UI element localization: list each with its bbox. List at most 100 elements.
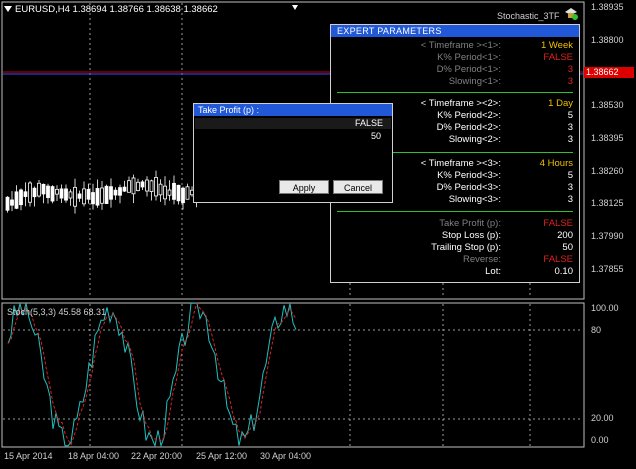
stoch-axis-label: 100.00 — [591, 303, 619, 313]
candle-body — [77, 193, 82, 199]
candle-body — [127, 180, 131, 193]
parameter-label: K% Period<2>: — [437, 110, 501, 121]
parameter-row[interactable]: Lot: 0.10 — [331, 266, 581, 278]
parameter-label: Slowing<3>: — [448, 194, 501, 205]
price-axis-label: 1.38935 — [591, 2, 624, 12]
parameter-label: Slowing<1>: — [448, 76, 501, 87]
parameter-label: Trailing Stop (p): — [431, 242, 501, 253]
candle-body — [86, 189, 91, 200]
parameter-value: FALSE — [543, 218, 573, 229]
parameter-value: 5 — [567, 170, 573, 181]
parameter-value: 1 Week — [540, 40, 573, 51]
parameter-label: D% Period<3>: — [436, 182, 501, 193]
parameter-label: K% Period<3>: — [437, 170, 501, 181]
parameter-value: 3 — [567, 64, 573, 75]
candle-body — [113, 189, 118, 196]
parameter-value: 0.10 — [554, 266, 574, 277]
candle-body — [149, 180, 154, 192]
parameter-value: 200 — [557, 230, 573, 241]
date-label: 18 Apr 04:00 — [68, 451, 120, 461]
candle-body — [140, 181, 145, 188]
candle-body — [59, 188, 64, 199]
parameter-row[interactable]: < Timeframe ><1>: 1 Week — [331, 40, 581, 52]
candle-body — [41, 183, 46, 195]
candle-body — [55, 188, 59, 195]
parameter-row[interactable]: Take Profit (p): FALSE — [331, 218, 581, 230]
parameter-row[interactable]: Slowing<1>: 3 — [331, 76, 581, 88]
chart-menu-icon[interactable] — [4, 6, 12, 13]
parameter-label: < Timeframe ><3>: — [420, 158, 501, 169]
price-axis-label: 1.38800 — [591, 35, 624, 45]
parameter-value: 1 Day — [548, 98, 573, 109]
parameter-value: 50 — [562, 242, 573, 253]
parameter-row[interactable]: K% Period<1>: FALSE — [331, 52, 581, 64]
candle-body — [163, 185, 167, 200]
candle-body — [172, 182, 176, 200]
candle-body — [82, 188, 86, 205]
candle-body — [73, 186, 77, 207]
parameter-value: 3 — [567, 134, 573, 145]
price-axis-label: 1.37990 — [591, 231, 624, 241]
candle-body — [28, 182, 32, 203]
indicator-name: Stochastic_3TF — [497, 11, 560, 21]
candle-body — [145, 179, 149, 192]
parameter-value: 5 — [567, 110, 573, 121]
take-profit-dialog: Take Profit (p) : FALSE 50 Apply Cancel — [193, 103, 393, 203]
candle-body — [104, 185, 109, 204]
date-label: 30 Apr 04:00 — [260, 451, 312, 461]
parameter-label: < Timeframe ><2>: — [420, 98, 501, 109]
candle-body — [37, 182, 41, 197]
stoch-label: Stoch(5,3,3) 45.58 68.31 — [7, 307, 107, 317]
candle-body — [158, 183, 163, 196]
parameter-value: FALSE — [543, 254, 573, 265]
candle-body — [131, 177, 136, 195]
parameter-label: Slowing<2>: — [448, 134, 501, 145]
parameter-row[interactable]: Stop Loss (p): 200 — [331, 230, 581, 242]
section-divider — [337, 92, 573, 93]
shift-marker-icon[interactable] — [292, 5, 298, 10]
parameter-label: D% Period<1>: — [436, 64, 501, 75]
parameter-row[interactable]: Trailing Stop (p): 50 — [331, 242, 581, 254]
cancel-button[interactable]: Cancel — [333, 180, 383, 194]
parameter-label: Stop Loss (p): — [441, 230, 501, 241]
stoch-axis-label: 20.00 — [591, 413, 614, 423]
parameter-value: 3 — [567, 122, 573, 133]
symbol-info-text: EURUSD,H4 1.38694 1.38766 1.38638 1.3866… — [15, 4, 218, 15]
parameter-label: D% Period<2>: — [436, 122, 501, 133]
candle-body — [19, 189, 23, 206]
parameter-label: < Timeframe ><1>: — [420, 40, 501, 51]
candle-body — [95, 188, 100, 206]
price-axis-label: 1.38260 — [591, 166, 624, 176]
parameter-row[interactable]: Reverse: FALSE — [331, 254, 581, 266]
expert-hat-icon[interactable] — [563, 6, 579, 20]
apply-button[interactable]: Apply — [279, 180, 329, 194]
parameter-row[interactable]: D% Period<1>: 3 — [331, 64, 581, 76]
candle-body — [68, 191, 73, 199]
parameter-label: Lot: — [485, 266, 501, 277]
candle-body — [50, 186, 55, 202]
candle-body — [176, 184, 181, 202]
panel-title: EXPERT PARAMETERS — [331, 25, 579, 37]
section-divider — [337, 211, 573, 212]
take-profit-option[interactable]: FALSE — [195, 118, 391, 129]
candle-body — [181, 187, 185, 204]
price-axis-label: 1.38125 — [591, 198, 624, 208]
candle-body — [109, 186, 113, 200]
candle-body — [185, 186, 190, 200]
price-axis-label: 1.38530 — [591, 100, 624, 110]
candle-body — [167, 189, 172, 196]
stoch-axis-label: 0.00 — [591, 435, 609, 445]
candle-body — [14, 191, 19, 209]
candle-body — [64, 188, 68, 201]
current-price-tag: 1.38662 — [584, 67, 634, 78]
candle-body — [122, 186, 127, 192]
price-axis-label: 1.37855 — [591, 264, 624, 274]
candle-body — [5, 196, 10, 211]
dialog-title: Take Profit (p) : — [194, 104, 392, 116]
date-label: 22 Apr 20:00 — [131, 451, 183, 461]
parameter-label: Reverse: — [462, 254, 501, 265]
take-profit-input[interactable]: 50 — [195, 131, 391, 142]
candle-body — [154, 177, 158, 197]
candle-body — [100, 187, 104, 204]
candle-body — [32, 187, 37, 198]
